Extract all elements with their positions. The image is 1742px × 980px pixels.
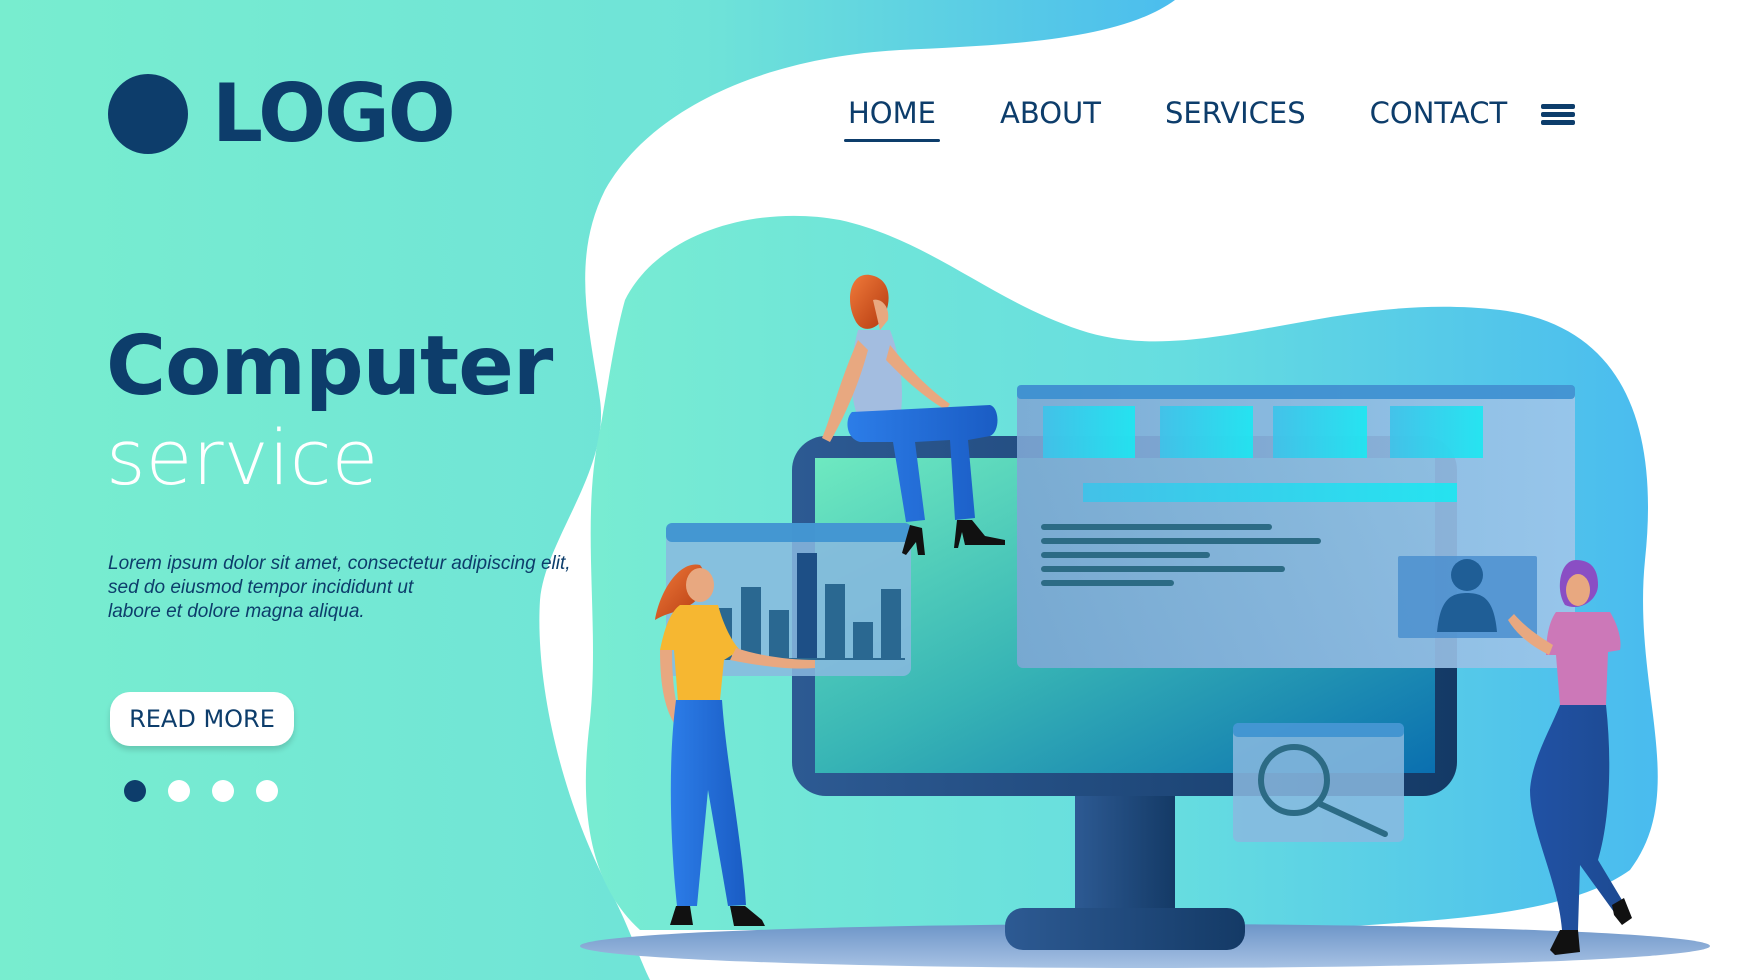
hero-subtitle: service [106,413,379,502]
carousel-dot[interactable] [212,780,234,802]
logo-circle-icon [108,74,188,154]
hamburger-menu-icon[interactable] [1541,104,1576,126]
carousel-dot[interactable] [168,780,190,802]
chart-bar [741,587,761,658]
logo[interactable]: LOGO [108,67,456,160]
chart-bar [825,584,845,658]
chart-bar [797,553,817,658]
nav-item-home[interactable]: HOME [844,96,940,142]
chart-bar [881,589,901,658]
hero-description-line: labore et dolore magna aliqua. [108,601,365,622]
chart-bar [853,622,873,658]
nav-item-services[interactable]: SERVICES [1165,96,1306,140]
chart-bar [769,610,789,658]
read-more-button[interactable]: READ MORE [110,692,294,746]
nav-item-about[interactable]: ABOUT [1000,96,1101,140]
search-magnifier-icon [1233,723,1404,842]
main-nav: HOME ABOUT SERVICES CONTACT [844,96,1576,142]
hero-description-line: sed do eiusmod tempor incididunt ut [108,577,414,598]
logo-text: LOGO [212,67,456,160]
nav-item-contact[interactable]: CONTACT [1370,96,1508,140]
hero-description: Lorem ipsum dolor sit amet, consectetur … [108,552,588,624]
carousel-dots [124,780,300,802]
carousel-dot[interactable] [256,780,278,802]
hero-title: Computer [106,319,553,414]
hero-description-line: Lorem ipsum dolor sit amet, consectetur … [108,553,571,574]
carousel-dot[interactable] [124,780,146,802]
